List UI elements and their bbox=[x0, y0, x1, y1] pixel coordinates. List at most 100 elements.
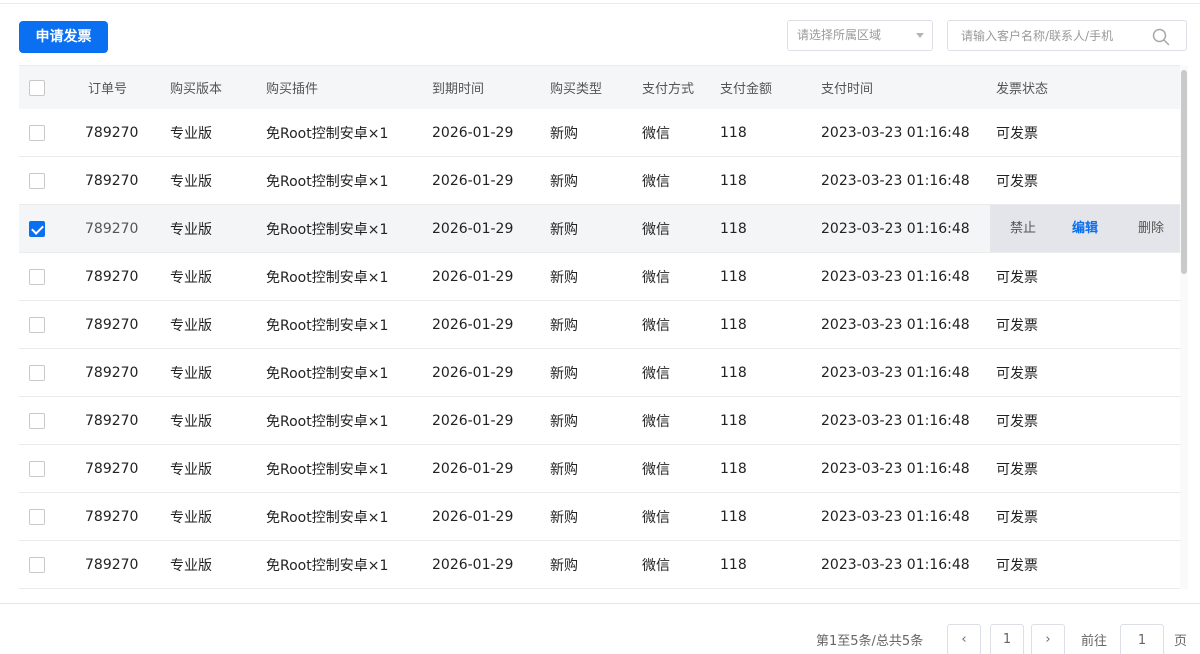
row-checkbox[interactable] bbox=[29, 412, 45, 429]
scrollbar-thumb[interactable] bbox=[1181, 70, 1187, 274]
cell-order-no: 789270 bbox=[85, 172, 139, 189]
cell-plugin: 免Root控制安卓×1 bbox=[266, 221, 389, 238]
table-row[interactable]: 789270 专业版 免Root控制安卓×1 2026-01-29 新购 微信 118 202… bbox=[19, 541, 1180, 589]
page-number-button[interactable]: 1 bbox=[990, 624, 1024, 654]
cell-pay-time: 2023-03-23 01:16:48 bbox=[821, 124, 970, 141]
header-expire: 到期时间 bbox=[432, 82, 485, 97]
orders-table: 订单号 购买版本 购买插件 到期时间 购买类型 支付方式 支付金额 支付时间 发… bbox=[19, 65, 1180, 589]
cell-amount: 118 bbox=[720, 220, 747, 237]
cell-order-no: 789270 bbox=[85, 556, 139, 573]
table-row[interactable]: 789270 专业版 免Root控制安卓×1 2026-01-29 新购 微信 118 202… bbox=[19, 109, 1180, 157]
cell-purchase-type: 新购 bbox=[550, 269, 578, 286]
cell-order-no: 789270 bbox=[85, 364, 139, 381]
region-select[interactable]: 请选择所属区域 bbox=[787, 20, 933, 51]
row-checkbox[interactable] bbox=[29, 268, 45, 285]
cell-amount: 118 bbox=[720, 412, 747, 429]
cell-expire: 2026-01-29 bbox=[432, 124, 514, 141]
cell-pay-time: 2023-03-23 01:16:48 bbox=[821, 220, 970, 237]
cell-purchase-type: 新购 bbox=[550, 221, 578, 238]
cell-purchase-type: 新购 bbox=[550, 557, 578, 574]
table-row[interactable]: 789270 专业版 免Root控制安卓×1 2026-01-29 新购 微信 118 202… bbox=[19, 301, 1180, 349]
cell-order-no: 789270 bbox=[85, 460, 139, 477]
header-invoice-status: 发票状态 bbox=[996, 82, 1049, 97]
delete-button[interactable]: 删除 bbox=[1138, 205, 1164, 252]
cell-version: 专业版 bbox=[170, 461, 212, 478]
row-checkbox[interactable] bbox=[29, 316, 45, 333]
cell-plugin: 免Root控制安卓×1 bbox=[266, 125, 389, 142]
cell-expire: 2026-01-29 bbox=[432, 316, 514, 333]
chevron-left-icon: ‹ bbox=[961, 632, 967, 647]
table-header: 订单号 购买版本 购买插件 到期时间 购买类型 支付方式 支付金额 支付时间 发… bbox=[19, 65, 1180, 109]
cell-pay-method: 微信 bbox=[642, 509, 670, 526]
row-checkbox[interactable] bbox=[29, 220, 45, 237]
row-action-panel: 禁止 编辑 删除 bbox=[990, 205, 1180, 252]
table-row[interactable]: 789270 专业版 免Root控制安卓×1 2026-01-29 新购 微信 118 202… bbox=[19, 157, 1180, 205]
table-row[interactable]: 789270 专业版 免Root控制安卓×1 2026-01-29 新购 微信 118 202… bbox=[19, 349, 1180, 397]
disable-button[interactable]: 禁止 bbox=[1010, 205, 1036, 252]
header-pay-time: 支付时间 bbox=[821, 82, 874, 97]
cell-purchase-type: 新购 bbox=[550, 173, 578, 190]
row-checkbox[interactable] bbox=[29, 172, 45, 189]
cell-version: 专业版 bbox=[170, 413, 212, 430]
cell-invoice-status: 可发票 bbox=[996, 269, 1038, 286]
chevron-right-icon: › bbox=[1045, 632, 1051, 647]
cell-pay-method: 微信 bbox=[642, 221, 670, 238]
search-input[interactable] bbox=[948, 21, 1148, 50]
cell-pay-time: 2023-03-23 01:16:48 bbox=[821, 460, 970, 477]
next-page-button[interactable]: › bbox=[1031, 624, 1065, 654]
row-checkbox[interactable] bbox=[29, 508, 45, 525]
cell-pay-time: 2023-03-23 01:16:48 bbox=[821, 364, 970, 381]
cell-expire: 2026-01-29 bbox=[432, 364, 514, 381]
cell-invoice-status: 可发票 bbox=[996, 173, 1038, 190]
table-row[interactable]: 789270 专业版 免Root控制安卓×1 2026-01-29 新购 微信 118 202… bbox=[19, 445, 1180, 493]
cell-plugin: 免Root控制安卓×1 bbox=[266, 269, 389, 286]
prev-page-button[interactable]: ‹ bbox=[947, 624, 981, 654]
table-row[interactable]: 789270 专业版 免Root控制安卓×1 2026-01-29 新购 微信 118 202… bbox=[19, 397, 1180, 445]
row-checkbox[interactable] bbox=[29, 460, 45, 477]
table-row[interactable]: 789270 专业版 免Root控制安卓×1 2026-01-29 新购 微信 118 202… bbox=[19, 253, 1180, 301]
search-icon[interactable] bbox=[1152, 28, 1170, 46]
select-all-checkbox[interactable] bbox=[29, 79, 45, 96]
top-divider bbox=[0, 3, 1200, 4]
goto-page-input[interactable] bbox=[1120, 624, 1164, 654]
header-pay-method: 支付方式 bbox=[642, 82, 695, 97]
cell-purchase-type: 新购 bbox=[550, 365, 578, 382]
row-checkbox[interactable] bbox=[29, 364, 45, 381]
cell-purchase-type: 新购 bbox=[550, 317, 578, 334]
cell-plugin: 免Root控制安卓×1 bbox=[266, 365, 389, 382]
cell-plugin: 免Root控制安卓×1 bbox=[266, 173, 389, 190]
cell-order-no: 789270 bbox=[85, 316, 139, 333]
cell-amount: 118 bbox=[720, 508, 747, 525]
table-row[interactable]: 789270 专业版 免Root控制安卓×1 2026-01-29 新购 微信 118 202… bbox=[19, 205, 1180, 253]
cell-invoice-status: 可发票 bbox=[996, 509, 1038, 526]
cell-purchase-type: 新购 bbox=[550, 413, 578, 430]
cell-pay-method: 微信 bbox=[642, 317, 670, 334]
cell-invoice-status: 可发票 bbox=[996, 557, 1038, 574]
row-checkbox[interactable] bbox=[29, 556, 45, 573]
pagination-summary: 第1至5条/总共5条 bbox=[816, 634, 924, 649]
search-box[interactable] bbox=[947, 20, 1187, 51]
cell-pay-time: 2023-03-23 01:16:48 bbox=[821, 316, 970, 333]
cell-pay-time: 2023-03-23 01:16:48 bbox=[821, 172, 970, 189]
header-amount: 支付金额 bbox=[720, 82, 773, 97]
header-plugin: 购买插件 bbox=[266, 82, 319, 97]
cell-invoice-status: 可发票 bbox=[996, 461, 1038, 478]
cell-pay-time: 2023-03-23 01:16:48 bbox=[821, 412, 970, 429]
cell-version: 专业版 bbox=[170, 365, 212, 382]
cell-version: 专业版 bbox=[170, 269, 212, 286]
cell-expire: 2026-01-29 bbox=[432, 172, 514, 189]
cell-order-no: 789270 bbox=[85, 268, 139, 285]
row-checkbox[interactable] bbox=[29, 124, 45, 141]
edit-button[interactable]: 编辑 bbox=[1072, 205, 1098, 252]
table-row[interactable]: 789270 专业版 免Root控制安卓×1 2026-01-29 新购 微信 118 202… bbox=[19, 493, 1180, 541]
cell-pay-time: 2023-03-23 01:16:48 bbox=[821, 268, 970, 285]
apply-invoice-button[interactable]: 申请发票 bbox=[19, 21, 108, 53]
cell-version: 专业版 bbox=[170, 557, 212, 574]
cell-expire: 2026-01-29 bbox=[432, 220, 514, 237]
goto-label: 前往 bbox=[1081, 634, 1108, 649]
cell-pay-time: 2023-03-23 01:16:48 bbox=[821, 508, 970, 525]
cell-expire: 2026-01-29 bbox=[432, 508, 514, 525]
cell-pay-method: 微信 bbox=[642, 125, 670, 142]
header-order-no: 订单号 bbox=[88, 82, 128, 97]
cell-purchase-type: 新购 bbox=[550, 125, 578, 142]
